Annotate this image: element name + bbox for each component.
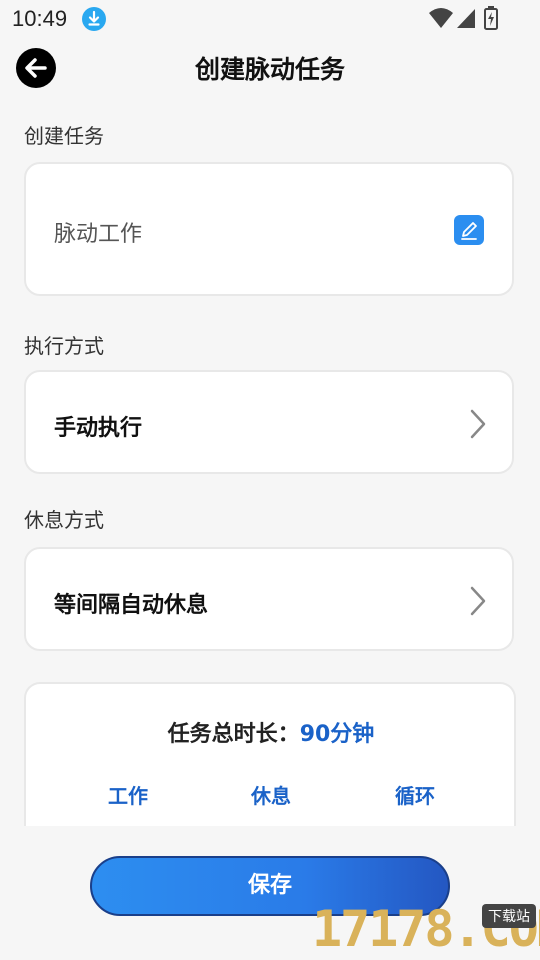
watermark-badge: 下载站 (482, 904, 536, 928)
header: 创建脉动任务 (0, 40, 540, 96)
total-duration: 任务总时长：90分钟 (26, 716, 516, 748)
chevron-right-icon (470, 586, 486, 616)
page-title: 创建脉动任务 (194, 55, 345, 84)
edit-icon[interactable] (454, 215, 484, 245)
total-duration-value: 90分钟 (299, 722, 375, 747)
rest-method-card[interactable]: 等间隔自动休息 (24, 547, 514, 651)
status-time: 10:49 (12, 6, 68, 31)
chevron-right-icon (470, 409, 486, 439)
signal-icon (456, 7, 476, 29)
tab-rest[interactable]: 休息 (216, 780, 326, 809)
task-section-label: 创建任务 (24, 124, 104, 148)
tab-cycle[interactable]: 循环 (360, 780, 470, 809)
execution-method-value: 手动执行 (54, 416, 143, 441)
rest-section-label: 休息方式 (24, 508, 104, 532)
task-name-value: 脉动工作 (54, 222, 143, 247)
wifi-icon (428, 7, 454, 29)
status-bar: 10:49 (0, 0, 540, 36)
tab-work[interactable]: 工作 (73, 780, 183, 809)
task-name-card[interactable]: 脉动工作 (24, 162, 514, 296)
battery-icon (484, 6, 498, 30)
total-duration-label: 任务总时长： (167, 722, 300, 747)
execution-method-card[interactable]: 手动执行 (24, 370, 514, 474)
download-icon (82, 7, 106, 31)
task-summary-card: 任务总时长：90分钟 工作 休息 循环 (24, 682, 516, 842)
watermark-logo: 17178.COM 下载站 (312, 900, 540, 958)
rest-method-value: 等间隔自动休息 (54, 593, 209, 618)
execution-section-label: 执行方式 (24, 334, 104, 358)
